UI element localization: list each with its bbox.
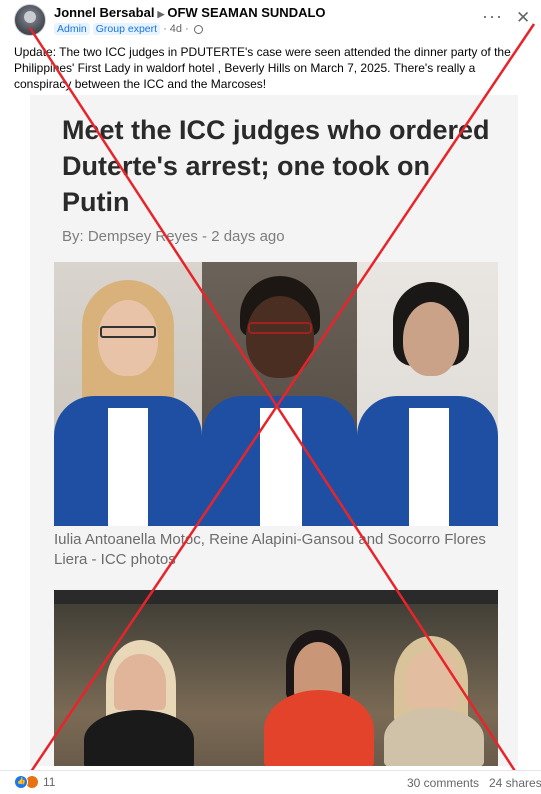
more-options-button[interactable]: ··· [482, 6, 503, 27]
reactions-summary[interactable]: 11 [14, 775, 55, 789]
judges-photo [54, 262, 498, 526]
globe-icon [193, 24, 203, 34]
guest-left-face [114, 654, 166, 710]
shares-link[interactable]: 24 shares [489, 776, 541, 790]
like-icon [14, 775, 28, 789]
guest-right-face [406, 650, 458, 708]
article-byline: By: Dempsey Reyes - 2 days ago [62, 228, 285, 245]
party-photo [54, 590, 498, 766]
post-time[interactable]: 4d [170, 23, 182, 35]
guest-center-dress [264, 690, 374, 766]
admin-badge: Admin [54, 23, 90, 35]
post-caption: Update: The two ICC judges in PDUTERTE's… [14, 45, 511, 91]
judge-photo-center [202, 262, 357, 526]
guest-left-dress [84, 710, 194, 766]
meta-dot-2: · [184, 23, 189, 35]
author-name[interactable]: Jonnel Bersabal [54, 5, 154, 20]
photo-caption: Iulia Antoanella Motoc, Reine Alapini-Ga… [54, 531, 486, 568]
author-avatar[interactable] [14, 4, 46, 36]
triangle-right-icon: ▶ [157, 9, 165, 19]
reaction-count: 11 [43, 775, 56, 789]
group-expert-badge: Group expert [92, 23, 161, 35]
party-photo-border [54, 590, 498, 604]
post-header: Jonnel Bersabal ▶ OFW SEAMAN SUNDALO Admin… [0, 0, 541, 42]
judge-photo-left [54, 262, 202, 526]
post-title-line: Jonnel Bersabal ▶ OFW SEAMAN SUNDALO [54, 5, 326, 20]
post-footer: 11 30 comments 24 shares [0, 770, 541, 794]
post-meta: Admin Group expert · 4d · [54, 23, 203, 35]
close-icon[interactable]: ✕ [516, 8, 530, 28]
judge-photo-right [357, 262, 498, 526]
guest-right-dress [384, 708, 484, 766]
article-headline: Meet the ICC judges who ordered Duterte'… [62, 115, 490, 217]
comments-link[interactable]: 30 comments [407, 776, 479, 790]
meta-dot: · [163, 23, 167, 35]
group-name[interactable]: OFW SEAMAN SUNDALO [167, 5, 325, 20]
